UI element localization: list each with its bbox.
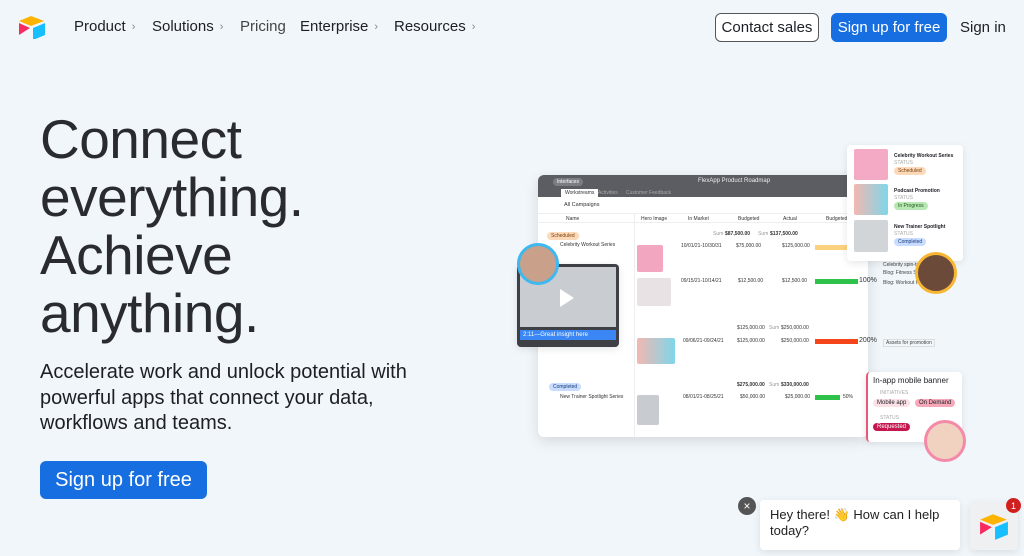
tab-customer-feedback: Customer Feedback bbox=[626, 190, 672, 196]
group-status-badge: Scheduled bbox=[547, 232, 579, 240]
close-chat-icon[interactable]: × bbox=[738, 497, 756, 515]
row-in-market: 09/06/21-09/24/21 bbox=[683, 338, 724, 344]
hero-sign-up-button[interactable]: Sign up for free bbox=[40, 461, 207, 499]
card-status: In Progress bbox=[894, 202, 928, 210]
initiatives-label: INITIATIVES bbox=[880, 390, 909, 396]
group-status-badge: Completed bbox=[549, 383, 582, 391]
view-name: All Campaigns bbox=[564, 202, 600, 208]
nav-product[interactable]: Product › bbox=[74, 18, 135, 35]
chevron-right-icon: › bbox=[471, 20, 476, 33]
airtable-logo-icon bbox=[980, 514, 1008, 540]
user-avatar bbox=[517, 243, 559, 285]
nav-pricing[interactable]: Pricing bbox=[240, 18, 286, 35]
status-badge: Requested bbox=[873, 423, 911, 431]
row-actual: $25,000.00 bbox=[785, 394, 811, 400]
play-icon[interactable] bbox=[560, 289, 574, 307]
hero-thumbnail bbox=[637, 278, 671, 306]
tab-workstreams: Workstreams bbox=[561, 189, 599, 197]
sum-actual: $330,000.00 bbox=[781, 382, 809, 388]
nav-solutions[interactable]: Solutions › bbox=[152, 18, 223, 35]
tab-activities: Activities bbox=[598, 190, 618, 196]
mockup-header: Interfaces FlexApp Product Roadmap Works… bbox=[538, 175, 868, 197]
sum-label: Sum bbox=[769, 382, 780, 388]
row-budgeted: $125,000.00 bbox=[737, 338, 765, 344]
card-label: STATUS bbox=[894, 231, 913, 237]
card-thumbnail bbox=[854, 149, 888, 180]
column-headers: Name Hero Image In Market Budgeted Actua… bbox=[538, 213, 868, 223]
tag: On Demand bbox=[915, 399, 956, 407]
col-market: In Market bbox=[688, 216, 709, 222]
sum-label: Sum bbox=[769, 325, 780, 331]
row-budgeted: $12,500.00 bbox=[738, 278, 764, 284]
nav-resources[interactable]: Resources › bbox=[394, 18, 475, 35]
row-in-market: 08/01/21-08/25/21 bbox=[683, 394, 724, 400]
nav-enterprise[interactable]: Enterprise › bbox=[300, 18, 378, 35]
card-thumbnail bbox=[854, 220, 888, 252]
card-status: Scheduled bbox=[894, 167, 926, 175]
row-sum-budgeted: $125,000.00 bbox=[737, 325, 765, 331]
progress-bar bbox=[815, 279, 858, 284]
status-label: STATUS bbox=[880, 415, 899, 421]
row-budgeted: $75,000.00 bbox=[736, 243, 762, 249]
card-thumbnail bbox=[854, 184, 888, 215]
mockup-title: FlexApp Product Roadmap bbox=[698, 178, 771, 184]
user-avatar bbox=[924, 420, 966, 462]
detail-title: In-app mobile banner bbox=[873, 376, 949, 385]
hero-thumbnail bbox=[637, 245, 663, 272]
card-title: New Trainer Spotlight bbox=[894, 224, 946, 230]
chevron-right-icon: › bbox=[219, 20, 224, 33]
contact-sales-button[interactable]: Contact sales bbox=[715, 13, 819, 42]
video-caption: 2:11—Great insight here bbox=[520, 330, 616, 340]
row-pct: 100% bbox=[859, 277, 877, 284]
chat-bubble[interactable]: Hey there! 👋 How can I help today? bbox=[760, 500, 960, 550]
row-name: Celebrity Workout Series bbox=[560, 242, 616, 248]
card-title: Celebrity Workout Series bbox=[894, 153, 954, 159]
row-budgeted: $50,000.00 bbox=[740, 394, 766, 400]
col-hero: Hero Image bbox=[641, 216, 668, 222]
top-nav: Product › Solutions › Pricing Enterprise › … bbox=[0, 0, 1024, 56]
interfaces-pill: Interfaces bbox=[553, 178, 583, 186]
row-actual: $250,000.00 bbox=[781, 338, 809, 344]
status-cards: Celebrity Workout Series STATUS Schedule… bbox=[847, 145, 963, 261]
col-actual: Actual bbox=[783, 216, 797, 222]
row-in-market: 10/01/21-10/30/31 bbox=[681, 243, 722, 249]
row-actual: $12,500.00 bbox=[782, 278, 808, 284]
row-pct: 50% bbox=[843, 394, 854, 400]
hero-thumbnail bbox=[637, 338, 675, 364]
airtable-logo-icon[interactable] bbox=[18, 15, 46, 39]
sign-in-link[interactable]: Sign in bbox=[960, 19, 1006, 36]
hero-thumbnail bbox=[637, 395, 659, 425]
col-name: Name bbox=[566, 216, 580, 222]
card-label: STATUS bbox=[894, 195, 913, 201]
progress-bar bbox=[815, 395, 840, 400]
row-in-market: 09/15/21-10/14/21 bbox=[681, 278, 722, 284]
sum-budgeted: $87,500.00 bbox=[725, 231, 751, 237]
sum-actual: $137,500.00 bbox=[770, 231, 798, 237]
notification-badge: 1 bbox=[1006, 498, 1021, 513]
card-label: STATUS bbox=[894, 160, 913, 166]
row-pct: 200% bbox=[859, 337, 877, 344]
chevron-right-icon: › bbox=[374, 20, 379, 33]
col-budgeted: Budgeted bbox=[738, 216, 760, 222]
chevron-right-icon: › bbox=[131, 20, 136, 33]
progress-bar bbox=[815, 339, 858, 344]
card-title: Podcast Promotion bbox=[894, 188, 940, 194]
tag: Mobile app bbox=[873, 399, 911, 407]
note-text: Assets for promotion bbox=[883, 339, 935, 347]
row-sum-actual: $250,000.00 bbox=[781, 325, 809, 331]
row-actual: $125,000.00 bbox=[782, 243, 810, 249]
sum-label: Sum bbox=[713, 231, 724, 237]
card-status: Completed bbox=[894, 238, 927, 246]
sum-budgeted: $275,000.00 bbox=[737, 382, 765, 388]
row-name: New Trainer Spotlight Series bbox=[560, 394, 624, 400]
sum-label: Sum bbox=[758, 231, 769, 237]
user-avatar bbox=[915, 252, 957, 294]
nav-sign-up-button[interactable]: Sign up for free bbox=[831, 13, 947, 42]
hero-subtitle: Accelerate work and unlock potential wit… bbox=[40, 361, 407, 434]
hero-headline: Connect everything. Achieve anything. bbox=[40, 108, 304, 344]
